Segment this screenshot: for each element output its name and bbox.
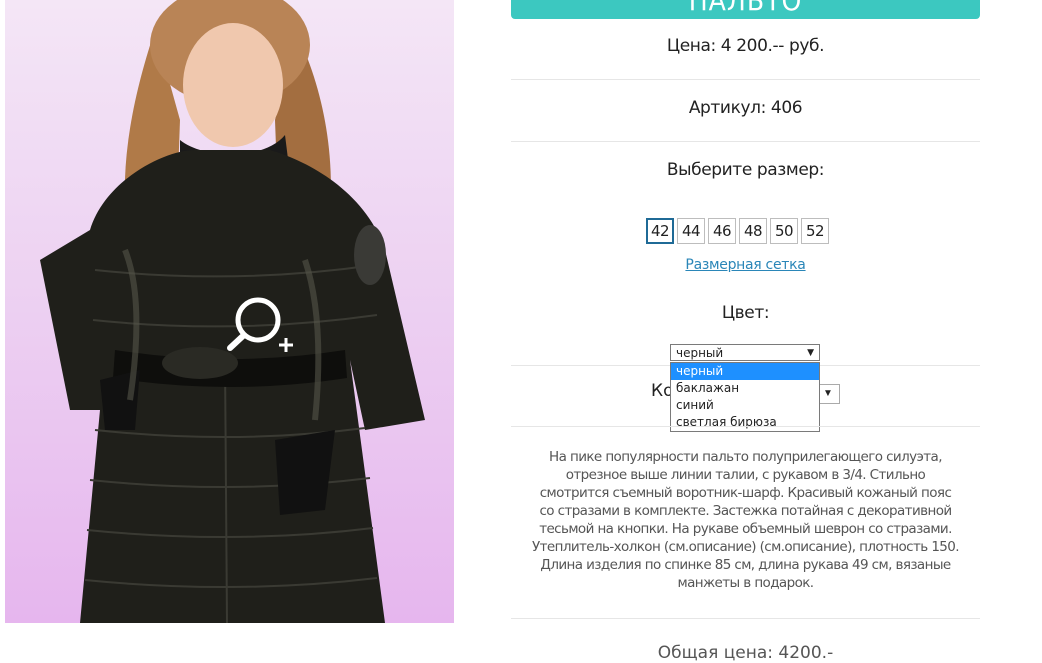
size-label: Выберите размер: [666, 160, 825, 180]
product-title-bar: ПАЛЬТО [511, 0, 980, 19]
color-select-value: черный [676, 346, 724, 360]
divider [511, 141, 980, 142]
color-option[interactable]: синий [671, 397, 819, 414]
size-option-50[interactable]: 50 [770, 218, 798, 244]
dropdown-arrow-icon: ▼ [807, 348, 814, 358]
size-option-52[interactable]: 52 [801, 218, 829, 244]
color-select[interactable]: черный ▼ [670, 344, 820, 361]
product-image[interactable] [5, 0, 454, 623]
color-dropdown-list: черный баклажан синий светлая бирюза [670, 362, 820, 432]
divider [511, 426, 980, 427]
size-chart-link[interactable]: Размерная сетка [511, 257, 980, 273]
sku: Артикул: 406 [688, 98, 803, 118]
total-price: Общая цена: 4200.- [657, 643, 834, 663]
price: Цена: 4 200.-- руб. [666, 36, 825, 56]
color-option[interactable]: баклажан [671, 380, 819, 397]
size-selector: 42 44 46 48 50 52 [646, 218, 829, 244]
divider [511, 79, 980, 80]
size-option-48[interactable]: 48 [739, 218, 767, 244]
size-option-46[interactable]: 46 [708, 218, 736, 244]
zoom-in-icon[interactable] [223, 290, 303, 360]
color-option[interactable]: светлая бирюза [671, 414, 819, 431]
divider [511, 618, 980, 619]
product-description: На пике популярности пальто полуприлегаю… [532, 449, 960, 591]
color-label: Цвет: [721, 303, 770, 323]
size-option-44[interactable]: 44 [677, 218, 705, 244]
size-option-42[interactable]: 42 [646, 218, 674, 244]
dropdown-arrow-icon: ▼ [823, 388, 833, 399]
color-option[interactable]: черный [671, 363, 819, 380]
product-title: ПАЛЬТО [688, 0, 803, 17]
